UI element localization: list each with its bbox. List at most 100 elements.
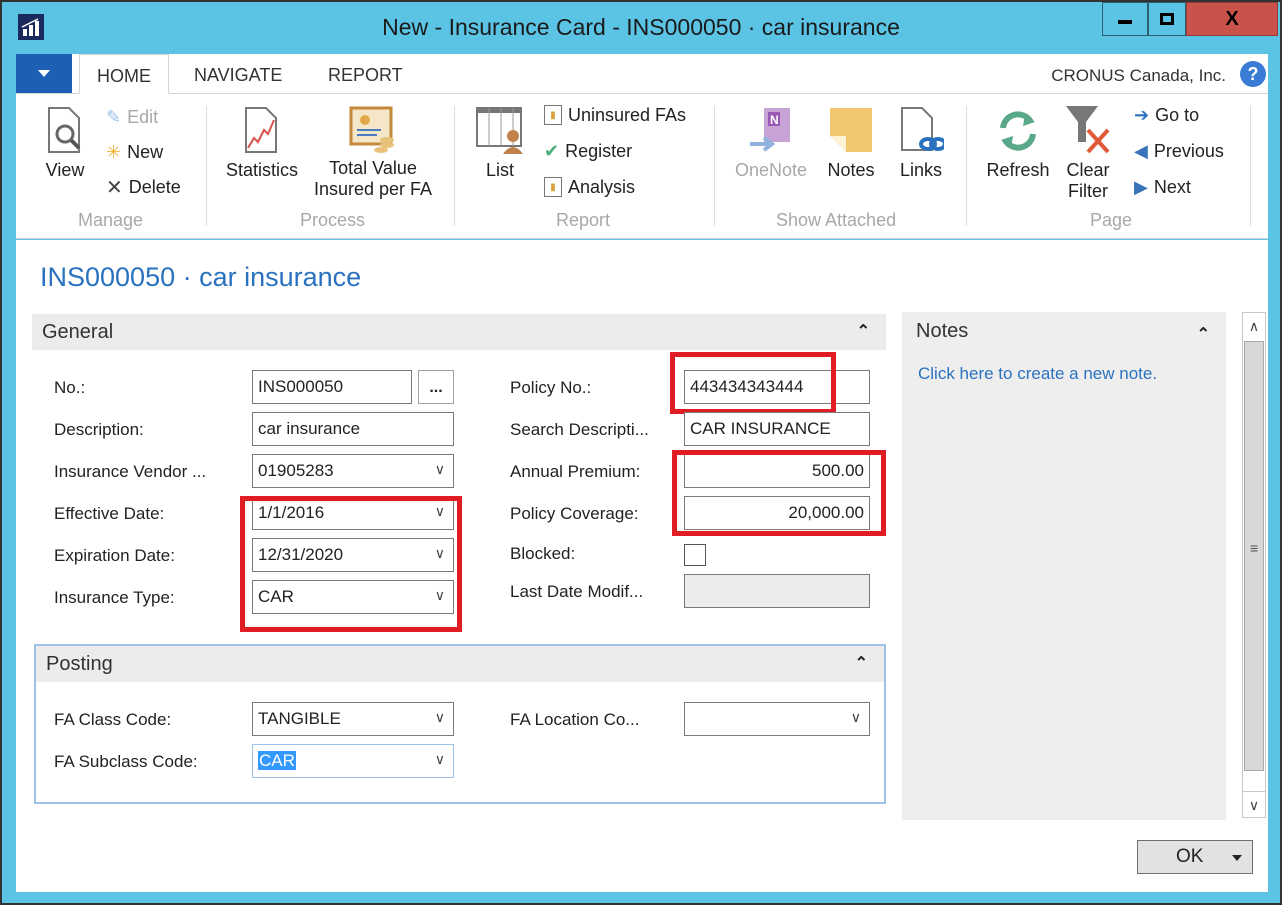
view-button[interactable]: View (42, 106, 88, 181)
uninsured-fas-button[interactable]: ▮ Uninsured FAs (544, 102, 686, 128)
window: New - Insurance Card - INS000050 · car i… (0, 0, 1282, 905)
search-description-field[interactable]: CAR INSURANCE (684, 412, 870, 446)
insurance-type-label: Insurance Type: (54, 588, 175, 607)
pencil-icon: ✎ (106, 106, 122, 127)
company-name: CRONUS Canada, Inc. (1051, 66, 1226, 85)
blocked-label: Blocked: (510, 544, 576, 563)
close-button[interactable]: X (1186, 2, 1278, 36)
annual-premium-label: Annual Premium: (510, 462, 641, 481)
dropdown-arrow-icon[interactable] (1232, 855, 1242, 861)
chevron-down-icon[interactable]: ∨ (851, 709, 861, 726)
separator (206, 106, 207, 226)
collapse-icon[interactable]: ⌃ (855, 646, 868, 682)
notes-button[interactable]: Notes (820, 106, 882, 181)
report-icon: ▮ (544, 105, 562, 125)
insurance-vendor-field[interactable]: 01905283 ∨ (252, 454, 454, 488)
chevron-down-icon[interactable]: ∨ (435, 461, 445, 478)
dropdown-arrow-icon (38, 70, 50, 77)
goto-button[interactable]: ➔ Go to (1134, 102, 1199, 128)
new-button[interactable]: ✳ New (106, 139, 163, 165)
general-section-header[interactable]: General ⌃ (32, 314, 886, 350)
group-label-report: Report (556, 210, 611, 230)
expiration-date-label: Expiration Date: (54, 546, 175, 565)
collapse-icon[interactable]: ⌃ (1197, 324, 1210, 344)
refresh-button[interactable]: Refresh (982, 106, 1054, 181)
tab-home[interactable]: HOME (79, 54, 169, 94)
list-button[interactable]: List (472, 106, 528, 181)
chevron-down-icon[interactable]: ∨ (435, 709, 445, 726)
register-button[interactable]: ✔ Register (544, 138, 632, 164)
tab-report[interactable]: REPORT (328, 54, 403, 94)
edit-button[interactable]: ✎ Edit (106, 104, 158, 130)
policy-coverage-label: Policy Coverage: (510, 504, 639, 523)
scroll-down-icon[interactable]: ∨ (1243, 791, 1265, 817)
page-title: INS000050 · car insurance (40, 262, 362, 292)
chevron-down-icon[interactable]: ∨ (435, 751, 445, 768)
maximize-icon (1160, 13, 1174, 25)
fa-class-code-field[interactable]: TANGIBLE ∨ (252, 702, 454, 736)
separator (454, 106, 455, 226)
ribbon-tabs: HOME NAVIGATE REPORT CRONUS Canada, Inc.… (16, 54, 1268, 94)
last-date-modified-label: Last Date Modif... (510, 582, 644, 601)
window-title: New - Insurance Card - INS000050 · car i… (382, 14, 900, 40)
group-label-process: Process (300, 210, 366, 230)
maximize-button[interactable] (1148, 2, 1186, 36)
link-document-icon (901, 107, 944, 151)
fa-location-code-label: FA Location Co... (510, 710, 640, 729)
links-button[interactable]: Links (892, 106, 950, 181)
help-icon[interactable]: ? (1240, 61, 1266, 87)
create-note-link[interactable]: Click here to create a new note. (918, 364, 1157, 384)
clear-filter-button[interactable]: Clear Filter (1060, 104, 1116, 202)
posting-section-header[interactable]: Posting ⌃ (36, 646, 884, 682)
delete-icon: ✕ (106, 176, 123, 199)
title-bar: New - Insurance Card - INS000050 · car i… (2, 2, 1280, 52)
content-area: INS000050 · car insurance General ⌃ No.:… (16, 240, 1268, 892)
separator (966, 106, 967, 226)
notes-header: Notes (916, 320, 969, 342)
certificate-icon (349, 106, 394, 153)
analysis-button[interactable]: ▮ Analysis (544, 174, 635, 200)
description-field[interactable]: car insurance (252, 412, 454, 446)
svg-text:N: N (770, 113, 779, 127)
group-label-show-attached: Show Attached (776, 210, 897, 230)
sticky-note-icon (830, 108, 872, 152)
collapse-icon[interactable]: ⌃ (857, 314, 870, 350)
fa-location-code-field[interactable]: ∨ (684, 702, 870, 736)
arrow-right-icon: ➔ (1134, 104, 1150, 125)
group-label-page: Page (1090, 210, 1133, 230)
previous-button[interactable]: ◀ Previous (1134, 138, 1224, 164)
statistics-button[interactable]: Statistics (222, 106, 302, 181)
onenote-icon: N (750, 108, 790, 152)
triangle-right-icon: ▶ (1134, 176, 1148, 197)
report-icon: ▮ (544, 177, 562, 197)
scroll-up-icon[interactable]: ∧ (1243, 313, 1265, 339)
minimize-icon (1118, 20, 1132, 24)
blocked-checkbox[interactable] (684, 544, 706, 566)
search-description-label: Search Descripti... (510, 420, 649, 439)
new-document-icon: ✳ (106, 141, 122, 162)
next-button[interactable]: ▶ Next (1134, 174, 1191, 200)
vertical-scrollbar[interactable]: ∧ ≡ ∨ (1242, 312, 1266, 818)
grip-icon: ≡ (1250, 540, 1259, 556)
fa-subclass-code-label: FA Subclass Code: (54, 752, 198, 771)
description-label: Description: (54, 420, 144, 439)
last-date-modified-field (684, 574, 870, 608)
minimize-button[interactable] (1102, 2, 1148, 36)
tab-navigate[interactable]: NAVIGATE (194, 54, 282, 94)
no-field[interactable]: INS000050 (252, 370, 412, 404)
assist-edit-button[interactable]: ... (418, 370, 454, 404)
fa-subclass-code-field[interactable]: CAR ∨ (252, 744, 454, 778)
delete-button[interactable]: ✕ Delete (106, 174, 181, 200)
application-menu-button[interactable] (16, 54, 72, 93)
fa-class-code-label: FA Class Code: (54, 710, 172, 729)
scrollbar-thumb[interactable]: ≡ (1244, 341, 1264, 771)
refresh-icon (1000, 111, 1036, 151)
highlight-box (670, 352, 836, 414)
total-value-insured-button[interactable]: Total Value Insured per FA (308, 106, 438, 200)
highlight-box (672, 450, 886, 536)
onenote-button[interactable]: N OneNote (730, 106, 812, 181)
ok-button[interactable]: OK (1137, 840, 1253, 874)
list-icon (476, 107, 523, 154)
view-icon (48, 107, 81, 153)
register-icon: ✔ (544, 140, 560, 161)
